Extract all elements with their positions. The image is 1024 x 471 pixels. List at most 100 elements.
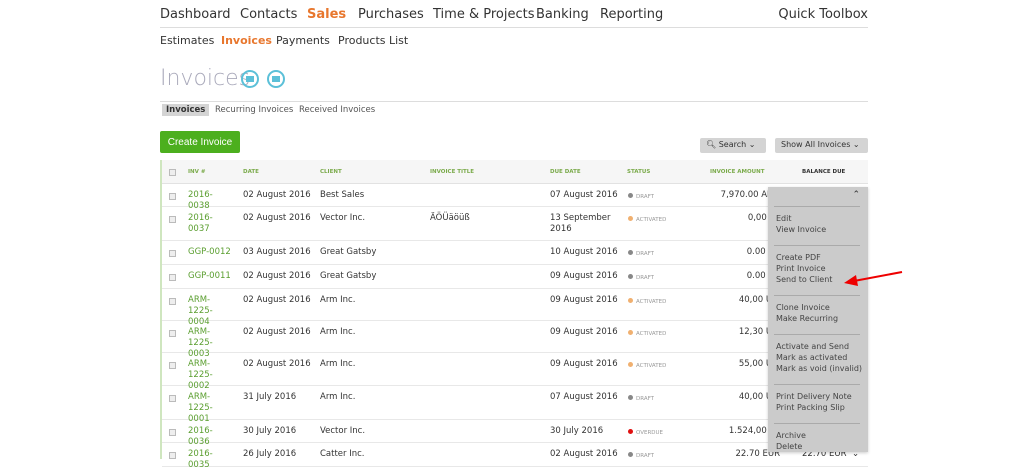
nav-contacts[interactable]: Contacts: [240, 7, 297, 22]
table-row[interactable]: ARM-1225-0001 31 July 2016 Arm Inc. 07 Augu…: [162, 386, 868, 424]
menu-item-print-packing-slip[interactable]: Print Packing Slip: [776, 403, 845, 412]
table-header: INV # DATE CLIENT INVOICE TITLE DUE DATE STAT…: [162, 160, 868, 184]
status-dot-icon: [628, 452, 633, 457]
row-checkbox[interactable]: [169, 298, 176, 305]
row-checkbox[interactable]: [169, 395, 176, 402]
subnav-payments[interactable]: Payments: [276, 34, 330, 47]
tab-invoices[interactable]: Invoices: [162, 104, 210, 116]
select-all-checkbox[interactable]: [169, 169, 176, 176]
row-checkbox[interactable]: [169, 429, 176, 436]
chevron-up-icon[interactable]: ⌃: [852, 190, 860, 200]
due-date: 09 August 2016: [550, 359, 618, 369]
row-checkbox[interactable]: [169, 362, 176, 369]
tab-received-invoices[interactable]: Received Invoices: [295, 104, 379, 116]
invoice-number-link[interactable]: 2016-0037: [188, 213, 232, 235]
search-dropdown[interactable]: 🔍︎ Search ⌄: [700, 138, 766, 153]
quick-toolbox-link[interactable]: Quick Toolbox: [778, 7, 868, 22]
status-badge: ACTIVATED: [636, 217, 667, 223]
due-date: 09 August 2016: [550, 327, 618, 337]
menu-divider: [774, 295, 860, 296]
client-name: Arm Inc.: [320, 392, 356, 402]
client-name: Vector Inc.: [320, 213, 366, 223]
invoice-date: 31 July 2016: [243, 392, 297, 402]
menu-item-delete[interactable]: Delete: [776, 442, 802, 451]
subnav-estimates[interactable]: Estimates: [160, 34, 214, 47]
tab-recurring-invoices[interactable]: Recurring Invoices: [211, 104, 297, 116]
nav-dashboard[interactable]: Dashboard: [160, 7, 231, 22]
subnav-products-list[interactable]: Products List: [338, 34, 408, 47]
menu-item-clone-invoice[interactable]: Clone Invoice: [776, 303, 830, 312]
status-dot-icon: [628, 395, 633, 400]
status-badge: ACTIVATED: [636, 299, 667, 305]
row-checkbox[interactable]: [169, 193, 176, 200]
invoice-number-link[interactable]: GGP-0011: [188, 271, 232, 282]
row-checkbox[interactable]: [169, 250, 176, 257]
table-row[interactable]: 2016-0038 02 August 2016 Best Sales 07 Augu…: [162, 184, 868, 211]
menu-item-print-invoice[interactable]: Print Invoice: [776, 264, 826, 273]
menu-item-edit[interactable]: Edit: [776, 214, 792, 223]
create-invoice-button[interactable]: Create Invoice: [160, 131, 240, 153]
menu-item-archive[interactable]: Archive: [776, 431, 806, 440]
invoice-number-link[interactable]: GGP-0012: [188, 247, 232, 258]
invoice-date: 02 August 2016: [243, 295, 311, 305]
status-badge: ACTIVATED: [636, 331, 667, 337]
status-dot-icon: [628, 193, 633, 198]
invoice-date: 02 August 2016: [243, 327, 311, 337]
table-row[interactable]: ARM-1225-0002 02 August 2016 Arm Inc. 09 Au…: [162, 353, 868, 391]
menu-item-send-to-client[interactable]: Send to Client: [776, 275, 832, 284]
client-name: Great Gatsby: [320, 271, 377, 281]
status-badge: DRAFT: [636, 396, 655, 402]
menu-item-activate-and-send[interactable]: Activate and Send: [776, 342, 849, 351]
nav-sales[interactable]: Sales: [307, 7, 346, 22]
menu-item-view-invoice[interactable]: View Invoice: [776, 225, 826, 234]
menu-item-mark-as-void-invalid[interactable]: Mark as void (invalid): [776, 364, 862, 373]
row-checkbox[interactable]: [169, 452, 176, 459]
row-checkbox[interactable]: [169, 330, 176, 337]
status-badge: OVERDUE: [636, 430, 664, 436]
menu-item-print-delivery-note[interactable]: Print Delivery Note: [776, 392, 852, 401]
client-name: Arm Inc.: [320, 327, 356, 337]
filter-dropdown[interactable]: Show All Invoices ⌄: [775, 138, 868, 153]
client-name: Arm Inc.: [320, 359, 356, 369]
menu-item-make-recurring[interactable]: Make Recurring: [776, 314, 838, 323]
table-row[interactable]: GGP-0011 02 August 2016 Great Gatsby 09 Aug…: [162, 265, 868, 289]
invoice-tabs: Invoices Recurring Invoices Received Inv…: [160, 101, 868, 117]
row-checkbox[interactable]: [169, 216, 176, 223]
top-nav: Dashboard Contacts Sales Purchases Time & Pr…: [160, 0, 868, 28]
filter-label: Show All Invoices: [781, 140, 851, 149]
invoice-number-link[interactable]: 2016-0035: [188, 449, 232, 471]
due-date: 10 August 2016: [550, 247, 618, 257]
nav-time-projects[interactable]: Time & Projects: [433, 7, 534, 22]
subnav-invoices[interactable]: Invoices: [221, 34, 272, 47]
column-header: BALANCE DUE: [802, 169, 846, 175]
invoice-date: 02 August 2016: [243, 359, 311, 369]
menu-divider: [774, 334, 860, 335]
nav-banking[interactable]: Banking: [536, 7, 589, 22]
status-badge: DRAFT: [636, 194, 655, 200]
due-date: 09 August 2016: [550, 295, 618, 305]
search-label: Search: [718, 140, 747, 149]
due-date: 13 September 2016: [550, 213, 611, 234]
table-row[interactable]: 2016-0035 26 July 2016 Catter Inc. 02 Augus…: [162, 443, 868, 470]
column-header: STATUS: [627, 169, 651, 175]
nav-purchases[interactable]: Purchases: [358, 7, 424, 22]
menu-divider: [774, 384, 860, 385]
nav-reporting[interactable]: Reporting: [600, 7, 663, 22]
table-row[interactable]: 2016-0036 30 July 2016 Vector Inc. 30 July …: [162, 420, 868, 447]
book-icon[interactable]: [267, 70, 285, 88]
menu-divider: [774, 206, 860, 207]
status-dot-icon: [628, 274, 633, 279]
client-name: Great Gatsby: [320, 247, 377, 257]
table-row[interactable]: ARM-1225-0003 02 August 2016 Arm Inc. 09 Au…: [162, 321, 868, 359]
table-row[interactable]: ARM-1225-0004 02 August 2016 Arm Inc. 09 Au…: [162, 289, 868, 327]
menu-divider: [774, 245, 860, 246]
table-row[interactable]: GGP-0012 03 August 2016 Great Gatsby 10 Aug…: [162, 241, 868, 265]
table-row[interactable]: 2016-0037 02 August 2016 Vector Inc. ÄÖÜäöü…: [162, 207, 868, 241]
row-checkbox[interactable]: [169, 274, 176, 281]
column-header: INVOICE TITLE: [430, 169, 475, 175]
row-actions-menu: ⌃ Edit View Invoice Create PDF Print Invoic…: [768, 187, 868, 452]
menu-item-mark-as-activated[interactable]: Mark as activated: [776, 353, 847, 362]
column-header: DUE DATE: [550, 169, 581, 175]
video-icon[interactable]: [241, 70, 259, 88]
menu-item-create-pdf[interactable]: Create PDF: [776, 253, 821, 262]
